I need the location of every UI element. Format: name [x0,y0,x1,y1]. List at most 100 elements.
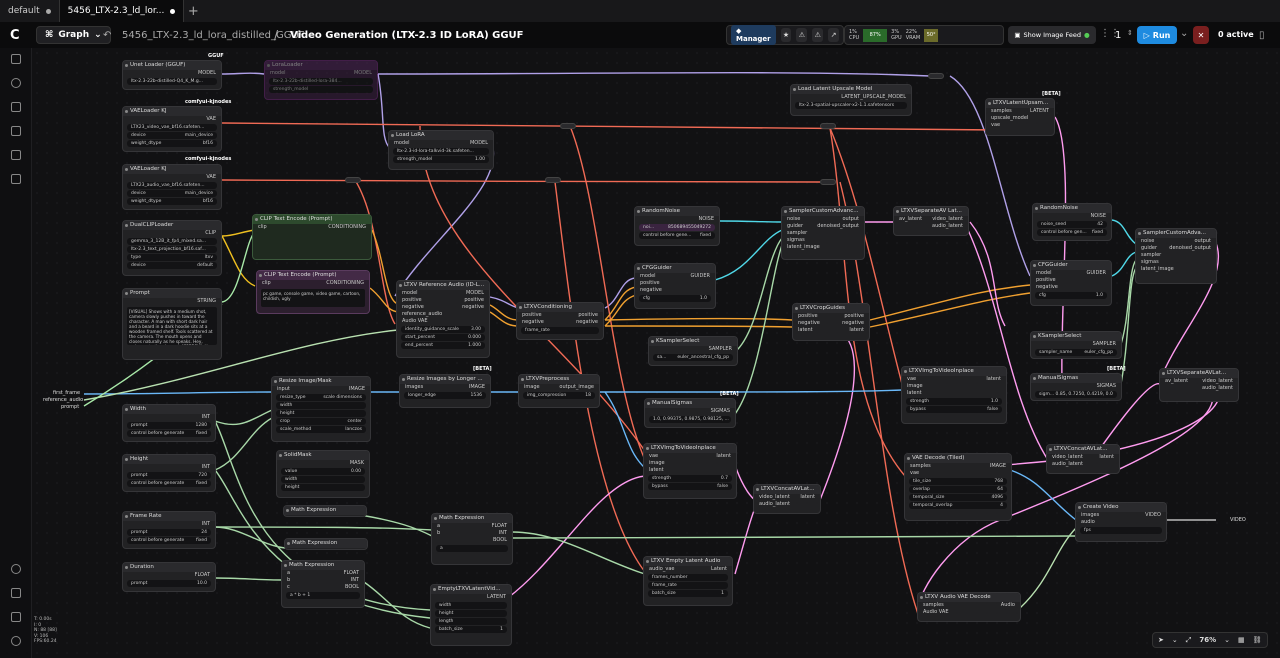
scale-method-widget[interactable]: scale_method lanczos [276,426,366,433]
input-slot[interactable]: positive [635,280,715,287]
node-load-lora[interactable]: Load LoRA model MODEL ltx-2.3-id-lora-tal… [388,130,494,170]
temporal-overlap-widget[interactable]: temporal_overlap 4 [909,502,1007,509]
fit-view-icon[interactable]: ⤢ [1186,636,1192,645]
node-create-video[interactable]: Create Video images VIDEO audio fps [1075,502,1167,542]
workflows-icon[interactable] [11,126,21,136]
vae-name-widget[interactable]: LTX23_audio_vae_bf16.safeten... [127,182,217,189]
node-duration[interactable]: Duration FLOAT prompt 10.0 [122,562,216,592]
node-solid-mask[interactable]: SolidMask MASK value 0.00 width height [276,450,370,498]
nodes-library-icon[interactable] [11,102,21,112]
reroute-node[interactable] [820,123,836,129]
input-slot[interactable]: audio [1076,519,1166,526]
frame-rate-widget[interactable]: frame_rate [521,327,599,334]
compression-widget[interactable]: img_compression 18 [523,392,595,399]
height-widget[interactable]: prompt 720 [127,472,211,479]
chevron-down-icon[interactable]: ⌄ [456,30,464,41]
control-widget[interactable]: control before generate fixed [127,537,211,544]
back-icon[interactable]: ↶ [103,30,111,41]
reroute-node[interactable] [545,177,561,183]
graph-mode-button[interactable]: ⌘ Graph ⌄ [36,26,111,44]
run-options-icon[interactable]: ⌄ [1180,28,1188,39]
output-video[interactable]: VIDEO [1230,517,1246,523]
node-unet-loader[interactable]: Unet Loader (GGUF) MODEL ltx-2.3-22b-dis… [122,60,222,90]
output-slot[interactable]: LATENT_UPSCALE_MODEL [791,94,911,101]
share-icon[interactable]: ↗ [828,28,839,42]
height-widget[interactable]: height [281,484,365,491]
node-height[interactable]: Height INT prompt 720 control before gene… [122,454,216,492]
longer-edge-widget[interactable]: longer_edge 1536 [404,392,486,399]
upscale-model-widget[interactable]: ltx-2.3-spatial-upscaler-x2-1.1.safetens… [795,102,907,109]
input-slot[interactable]: latent [902,390,1006,397]
input-slot[interactable]: Audio VAE [918,609,1020,616]
output-slot[interactable]: NOISE [635,216,719,223]
clip2-widget[interactable]: ltx-2.3_text_projection_bf16.saf... [127,246,217,253]
node-img-to-video-1[interactable]: LTXVImgToVideoInplace vae latent image la… [643,443,737,499]
minimap-icon[interactable]: ▦ [1238,636,1245,644]
node-random-noise-2[interactable]: RandomNoise NOISE noise_seed 42 control b… [1032,203,1112,241]
sampler-widget[interactable]: sampler_name euler_cfg_pp [1035,349,1117,356]
settings-gear-icon[interactable] [11,636,21,646]
resize-type-widget[interactable]: resize_type scale dimensions [276,394,366,401]
node-manual-sigmas-1[interactable]: ManualSigmas SIGMAS 1.0, 0.99375, 0.9875… [644,398,736,428]
node-empty-latent-video[interactable]: EmptyLTXVLatentVid... LATENT width heigh… [430,584,512,646]
node-separate-av-2[interactable]: LTXVSeparateAVLat... av_latent video_late… [1159,368,1239,402]
models-icon[interactable] [11,78,21,88]
node-warning-icon[interactable]: ⚠ [796,28,808,42]
sigmas-widget[interactable]: 1.0, 0.99375, 0.9875, 0.98125, ... [649,416,731,423]
terminal-icon[interactable] [11,588,21,598]
control-widget[interactable]: control before gene... fixed [639,232,715,239]
node-load-latent-upscale-model[interactable]: Load Latent Upscale Model LATENT_UPSCALE… [790,84,912,116]
cfg-widget[interactable]: cfg 1.0 [1035,292,1107,299]
reroute-node[interactable] [928,73,944,79]
node-resize-image-mask[interactable]: Resize Image/Mask input IMAGE resize_type… [271,376,371,442]
reroute-node[interactable] [560,123,576,129]
node-vae-loader-video[interactable]: VAELoader KJ VAE LTX23_video_vae_bf16.sa… [122,106,222,152]
node-ltxv-conditioning[interactable]: LTXVConditioning positive positive negati… [516,302,604,340]
expression-widget[interactable]: a [436,545,508,552]
keyboard-icon[interactable] [11,612,21,622]
width-widget[interactable]: prompt 1280 [127,422,211,429]
link-visibility-icon[interactable]: ⛓ [1253,636,1262,644]
output-slot[interactable]: audio_latent [1160,385,1238,392]
expression-widget[interactable]: a * b + 1 [286,592,360,599]
batch-size-widget[interactable]: batch_size 1 [648,590,728,597]
length-widget[interactable]: length [435,618,507,625]
value-widget[interactable]: value 0.00 [281,468,365,475]
node-img-to-video-2[interactable]: LTXVImgToVideoInplace vae latent image la… [901,366,1007,424]
bypass-widget[interactable]: bypass false [906,406,1002,413]
temporal-size-widget[interactable]: temporal_size 4096 [909,494,1007,501]
width-widget[interactable]: width [281,476,365,483]
input-slot[interactable]: vae [905,470,1011,477]
bypass-widget[interactable]: bypass false [648,483,732,490]
output-slot[interactable]: INT [123,521,215,528]
node-lora-loader-bypassed[interactable]: LoraLoader model MODEL ltx-2.3-22b-distil… [264,60,378,100]
node-latent-upsampler[interactable]: LTXVLatentUpsam... samples LATENT upscale… [985,98,1055,136]
node-random-noise-1[interactable]: RandomNoise NOISE noi... 850689455049272 … [634,206,720,246]
node-vae-decode-tiled[interactable]: VAE Decode (Tiled) samples IMAGE vae tile… [904,453,1012,521]
input-slot[interactable]: latent [644,467,736,474]
node-ltxv-preprocess[interactable]: LTXVPreprocess image output_image img_com… [518,374,600,408]
output-slot[interactable]: INT [123,414,215,421]
output-slot[interactable]: audio_latent [894,223,968,230]
panel-toggle-icon[interactable]: ▯ [1259,30,1265,41]
output-slot[interactable]: SAMPLER [1031,341,1121,348]
negative-textarea[interactable]: pc game, console game, video game, carto… [261,289,365,307]
output-slot[interactable]: VAE [123,174,221,181]
strength-widget[interactable]: strength 1.0 [906,398,1002,405]
dtype-widget[interactable]: weight_dtype bf16 [127,198,217,205]
breadcrumb-current[interactable]: Video Generation (LTX-2.3 ID LoRA) GGUF [290,30,524,41]
type-widget[interactable]: type ltxv [127,254,217,261]
node-separate-av-1[interactable]: LTXVSeparateAV Lat... av_latent video_lat… [893,206,969,236]
node-ksampler-select-1[interactable]: KSamplerSelect SAMPLER sa... euler_ancest… [648,336,738,366]
output-slot[interactable]: STRING [123,298,221,305]
seed-widget[interactable]: noi... 850689455049272 [639,224,715,231]
input-slot[interactable]: audio_latent [754,501,820,508]
overlap-widget[interactable]: overlap 64 [909,486,1007,493]
node-cfg-guider-2[interactable]: CFGGuider model GUIDER positive negative … [1030,260,1112,306]
device-widget[interactable]: device default [127,262,217,269]
frame-rate-widget[interactable]: frame_rate [648,582,728,589]
chevron-down-icon[interactable]: ⌄ [1224,636,1230,644]
strength-widget[interactable]: strength_model 1.00 [393,156,489,163]
input-prompt[interactable]: prompt [61,404,79,410]
input-slot[interactable]: sampler [1136,252,1216,259]
